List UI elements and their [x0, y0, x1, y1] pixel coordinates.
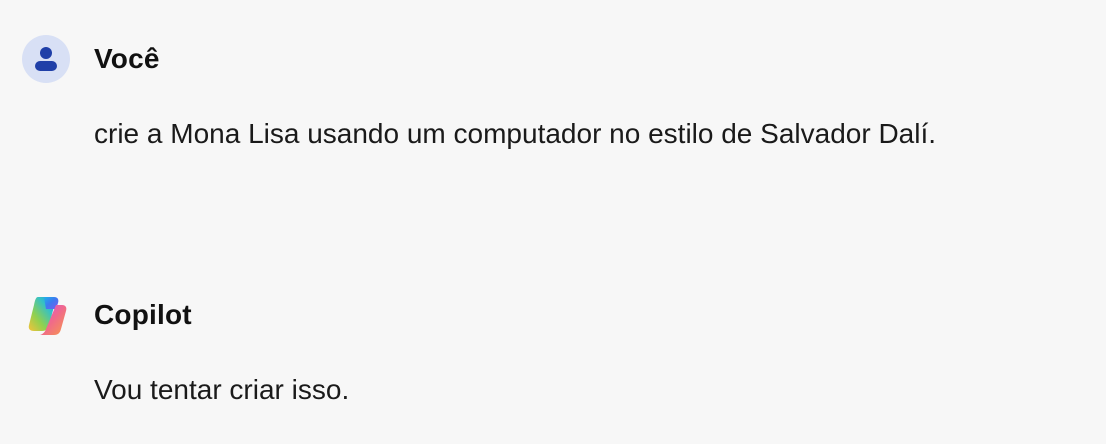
copilot-author-name: Copilot — [94, 299, 192, 330]
user-message-text: crie a Mona Lisa usando um computador no… — [94, 118, 937, 149]
copilot-avatar — [22, 291, 70, 339]
copilot-logo-icon — [28, 297, 67, 335]
user-message-header: Você — [22, 34, 1106, 84]
copilot-message-header: Copilot — [22, 290, 1106, 340]
user-author-name: Você — [94, 43, 160, 74]
user-message: Você crie a Mona Lisa usando um computad… — [22, 34, 1106, 152]
copilot-message: Copilot Vou tentar criar isso. — [22, 290, 1106, 408]
copilot-message-text: Vou tentar criar isso. — [94, 374, 350, 405]
user-avatar — [22, 35, 70, 83]
user-icon — [35, 47, 57, 71]
